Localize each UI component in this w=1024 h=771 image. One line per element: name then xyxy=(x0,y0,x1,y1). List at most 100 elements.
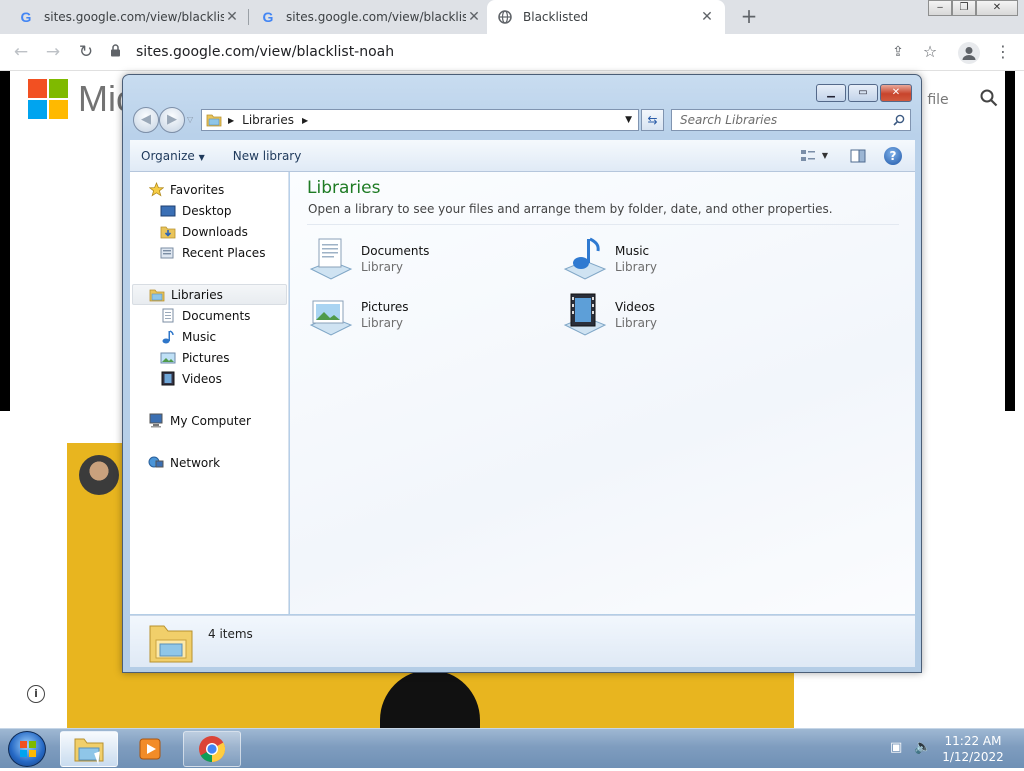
preview-pane-icon[interactable] xyxy=(850,149,866,163)
breadcrumb-arrow-icon[interactable]: ▶ xyxy=(228,116,234,125)
explorer-window: ▁ ▭ ✕ ◀ ▶ ▽ ▶ Libraries ▶ ▼ ⇆ Search Lib… xyxy=(122,74,922,673)
back-button[interactable]: ◀ xyxy=(133,107,159,133)
taskbar-explorer[interactable] xyxy=(60,731,118,767)
browser-tab-active[interactable]: Blacklisted ✕ xyxy=(487,0,725,34)
tab-separator xyxy=(248,9,249,25)
address-bar[interactable]: sites.google.com/view/blacklist-noah xyxy=(110,38,950,66)
address-bar[interactable]: ▶ Libraries ▶ ▼ xyxy=(201,109,639,131)
tab-title: sites.google.com/view/blacklist- xyxy=(44,10,224,24)
refresh-button[interactable]: ⇆ xyxy=(641,109,664,131)
computer-icon xyxy=(148,413,164,429)
videos-library-icon xyxy=(561,291,609,339)
help-icon[interactable]: ? xyxy=(884,146,902,165)
library-type: Library xyxy=(615,316,657,330)
menu-kebab-icon[interactable]: ⋮ xyxy=(990,39,1016,65)
start-button[interactable] xyxy=(8,731,46,767)
star-icon xyxy=(148,182,164,198)
organize-label: Organize xyxy=(141,148,195,163)
documents-library-icon xyxy=(307,235,355,283)
browser-restore-button[interactable]: ❐ xyxy=(952,0,976,16)
breadcrumb-libraries[interactable]: Libraries xyxy=(242,113,294,127)
library-item-videos[interactable]: Videos Library xyxy=(561,290,801,340)
new-library-button[interactable]: New library xyxy=(224,149,311,163)
organize-button[interactable]: Organize ▼ xyxy=(130,149,214,163)
nav-my-computer[interactable]: My Computer xyxy=(148,410,251,431)
search-icon[interactable] xyxy=(893,114,905,126)
profile-avatar-icon[interactable] xyxy=(958,42,980,64)
nav-label: Music xyxy=(182,329,217,344)
nav-label: Network xyxy=(170,455,221,470)
nav-label: My Computer xyxy=(170,413,251,428)
media-player-icon xyxy=(137,736,163,762)
nav-network[interactable]: Network xyxy=(148,452,220,473)
nav-downloads[interactable]: Downloads xyxy=(160,221,248,242)
nav-recent-places[interactable]: Recent Places xyxy=(160,242,265,263)
forward-arrow-icon[interactable]: → xyxy=(40,39,66,65)
nav-label: Downloads xyxy=(182,224,248,239)
volume-icon[interactable]: 🔈 xyxy=(914,739,931,755)
chrome-icon xyxy=(197,734,227,764)
close-button[interactable]: ✕ xyxy=(880,84,912,102)
minimize-button[interactable]: ▁ xyxy=(816,84,846,102)
browser-tab-2[interactable]: G sites.google.com/view/blacklist- ✕ xyxy=(250,0,492,34)
nav-label: Recent Places xyxy=(182,245,266,260)
music-note-icon xyxy=(160,329,176,345)
library-type: Library xyxy=(615,260,657,274)
nav-desktop[interactable]: Desktop xyxy=(160,200,232,221)
library-name: Videos xyxy=(615,300,655,314)
nav-favorites[interactable]: Favorites xyxy=(148,179,224,200)
nav-documents[interactable]: Documents xyxy=(160,305,250,326)
taskbar-chrome[interactable] xyxy=(183,731,241,767)
close-tab-icon[interactable]: ✕ xyxy=(699,9,715,25)
nav-libraries[interactable]: Libraries xyxy=(132,284,287,305)
browser-close-button[interactable]: ✕ xyxy=(976,0,1018,16)
nav-music[interactable]: Music xyxy=(160,326,216,347)
microsoft-logo-icon xyxy=(28,79,68,119)
browser-tab-1[interactable]: G sites.google.com/view/blacklist- ✕ xyxy=(8,0,250,34)
library-item-documents[interactable]: Documents Library xyxy=(307,234,547,284)
divider xyxy=(307,224,899,225)
new-tab-button[interactable]: + xyxy=(738,4,760,30)
library-item-pictures[interactable]: Pictures Library xyxy=(307,290,547,340)
maximize-button[interactable]: ▭ xyxy=(848,84,878,102)
tab-title: Blacklisted xyxy=(523,10,589,24)
nav-label: Desktop xyxy=(182,203,232,218)
info-icon[interactable]: i xyxy=(27,685,45,703)
page-search-icon[interactable] xyxy=(980,89,998,112)
library-type: Library xyxy=(361,316,403,330)
pictures-library-icon xyxy=(307,291,355,339)
nav-label: Favorites xyxy=(170,182,225,197)
library-type: Library xyxy=(361,260,403,274)
network-icon xyxy=(148,455,164,471)
profile-photo xyxy=(79,455,119,495)
address-dropdown-icon[interactable]: ▼ xyxy=(625,115,632,125)
reload-icon[interactable]: ↻ xyxy=(73,39,99,65)
breadcrumb-arrow-icon[interactable]: ▶ xyxy=(302,116,308,125)
close-tab-icon[interactable]: ✕ xyxy=(466,9,482,25)
navigation-pane: Favorites Desktop Downloads Recent Place… xyxy=(130,172,289,614)
documents-icon xyxy=(160,308,176,324)
back-arrow-icon[interactable]: ← xyxy=(8,39,34,65)
recent-pages-chevron-icon[interactable]: ▽ xyxy=(187,115,193,124)
close-tab-icon[interactable]: ✕ xyxy=(224,9,240,25)
share-icon[interactable]: ⇪ xyxy=(885,39,911,65)
nav-videos[interactable]: Videos xyxy=(160,368,222,389)
library-name: Music xyxy=(615,244,650,258)
change-view-button[interactable]: ▼ xyxy=(800,149,828,163)
browser-minimize-button[interactable]: ‒ xyxy=(928,0,952,16)
bookmark-star-icon[interactable]: ☆ xyxy=(917,39,943,65)
system-clock[interactable]: 11:22 AM 1/12/2022 xyxy=(940,733,1006,765)
nav-pictures[interactable]: Pictures xyxy=(160,347,230,368)
google-favicon-icon: G xyxy=(20,9,32,25)
page-dark-band-left xyxy=(0,71,10,411)
nav-label: Pictures xyxy=(182,350,230,365)
search-input[interactable]: Search Libraries xyxy=(671,109,911,131)
network-tray-icon[interactable]: ▣ xyxy=(890,740,902,755)
libraries-folder-icon xyxy=(206,113,222,127)
forward-button[interactable]: ▶ xyxy=(159,107,185,133)
url-text: sites.google.com/view/blacklist-noah xyxy=(136,44,395,60)
taskbar-media-player[interactable] xyxy=(121,731,179,767)
nav-label: Videos xyxy=(182,371,222,386)
chevron-down-icon: ▼ xyxy=(198,152,205,162)
library-item-music[interactable]: Music Library xyxy=(561,234,801,284)
